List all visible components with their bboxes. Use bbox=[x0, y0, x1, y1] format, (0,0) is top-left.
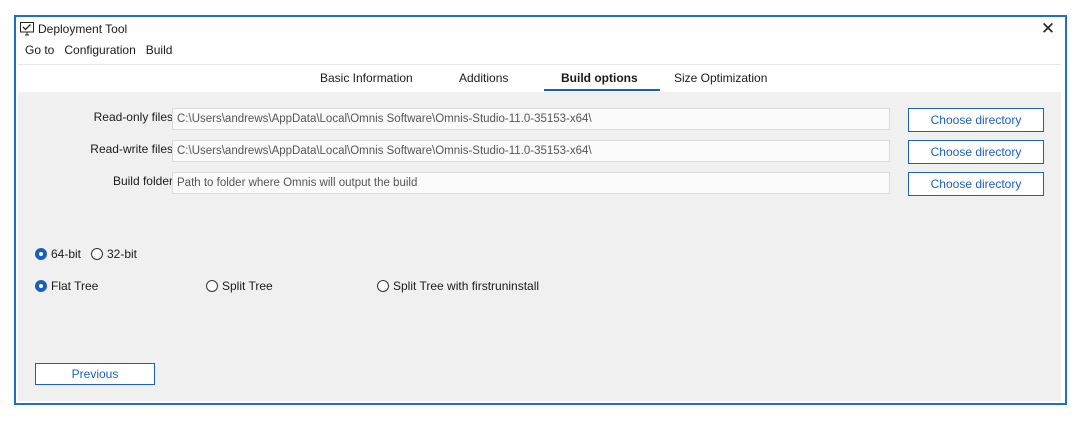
radio-64-bit-label: 64-bit bbox=[51, 247, 82, 261]
read-write-files-input[interactable]: C:\Users\andrews\AppData\Local\Omnis Sof… bbox=[172, 140, 890, 162]
radio-32-bit-label: 32-bit bbox=[107, 247, 138, 261]
radio-64-bit-dot bbox=[35, 248, 47, 260]
radio-32-bit-dot bbox=[91, 248, 103, 260]
tab-size-optimization[interactable]: Size Optimization bbox=[674, 71, 767, 85]
choose-directory-read-only-button[interactable]: Choose directory bbox=[908, 108, 1044, 132]
radio-64-bit[interactable]: 64-bit bbox=[35, 247, 81, 261]
previous-button[interactable]: Previous bbox=[35, 363, 155, 385]
build-folder-label: Build folder bbox=[112, 174, 173, 188]
radio-split-tree-firstruninstall[interactable]: Split Tree with firstruninstall bbox=[377, 279, 539, 293]
radio-split-tree-firstruninstall-label: Split Tree with firstruninstall bbox=[393, 279, 540, 293]
radio-flat-tree[interactable]: Flat Tree bbox=[35, 279, 98, 293]
window-title: Deployment Tool bbox=[38, 22, 128, 36]
radio-split-tree[interactable]: Split Tree bbox=[206, 279, 273, 293]
tab-bar: Basic Information Additions Build option… bbox=[18, 64, 1061, 92]
title-bar: Deployment Tool ✕ bbox=[16, 17, 1065, 41]
tab-basic-information[interactable]: Basic Information bbox=[320, 71, 413, 85]
radio-32-bit[interactable]: 32-bit bbox=[91, 247, 137, 261]
radio-split-tree-label: Split Tree bbox=[222, 279, 273, 293]
build-options-panel: Read-only files C:\Users\andrews\AppData… bbox=[18, 92, 1061, 401]
build-folder-input[interactable]: Path to folder where Omnis will output t… bbox=[172, 172, 890, 194]
active-tab-indicator bbox=[544, 89, 660, 91]
radio-flat-tree-label: Flat Tree bbox=[51, 279, 99, 293]
radio-split-tree-dot bbox=[206, 280, 218, 292]
tab-build-options[interactable]: Build options bbox=[561, 71, 638, 85]
radio-flat-tree-dot bbox=[35, 280, 47, 292]
read-only-files-label: Read-only files bbox=[93, 110, 173, 124]
menu-bar: Go to Configuration Build bbox=[20, 43, 177, 57]
choose-directory-read-write-button[interactable]: Choose directory bbox=[908, 140, 1044, 164]
read-write-files-label: Read-write files bbox=[90, 142, 173, 156]
close-icon[interactable]: ✕ bbox=[1037, 18, 1059, 40]
tab-additions[interactable]: Additions bbox=[459, 71, 508, 85]
monitor-check-icon bbox=[20, 22, 34, 36]
deployment-tool-window: Deployment Tool ✕ Go to Configuration Bu… bbox=[14, 15, 1067, 405]
menu-configuration[interactable]: Configuration bbox=[59, 43, 140, 57]
radio-split-tree-firstruninstall-dot bbox=[377, 280, 389, 292]
menu-go-to[interactable]: Go to bbox=[20, 43, 59, 57]
menu-build[interactable]: Build bbox=[141, 43, 178, 57]
read-only-files-input[interactable]: C:\Users\andrews\AppData\Local\Omnis Sof… bbox=[172, 108, 890, 130]
choose-directory-build-folder-button[interactable]: Choose directory bbox=[908, 172, 1044, 196]
